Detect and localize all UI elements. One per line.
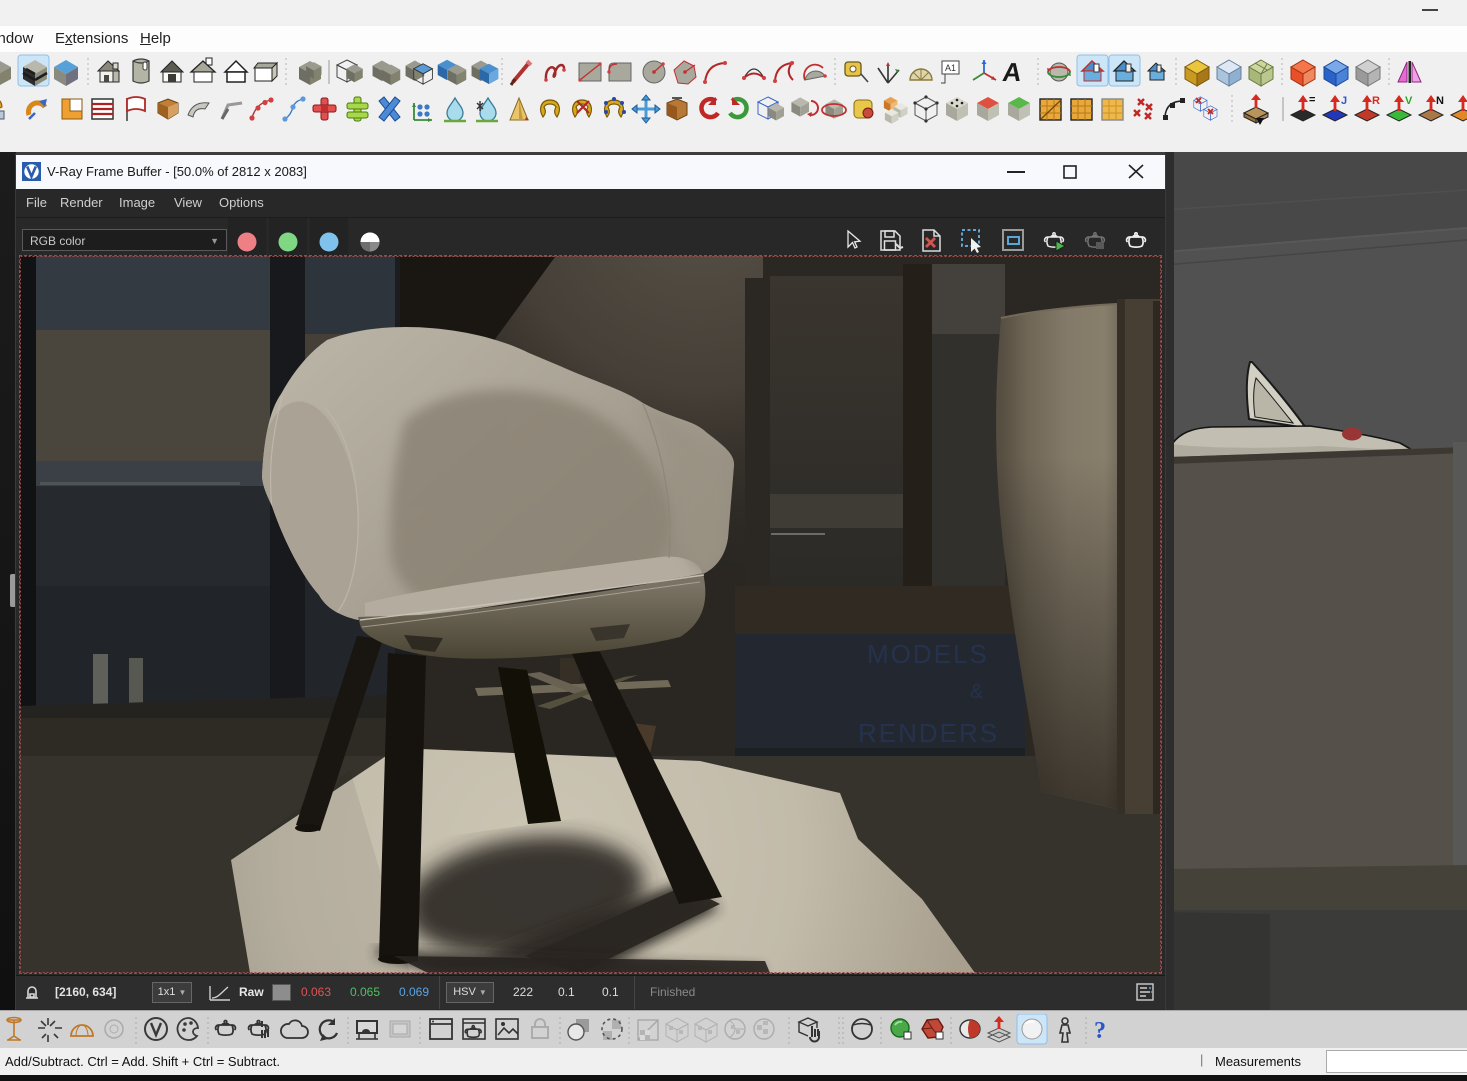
svg-text:J: J [1341,95,1347,107]
svg-text:N: N [1436,95,1444,107]
svg-text:A: A [1001,57,1024,87]
svg-text:=: = [1309,94,1315,106]
svg-text:A1: A1 [945,63,956,73]
svg-text:&: & [970,681,985,703]
svg-text:R: R [1372,95,1380,107]
svg-text:?: ? [1094,1018,1106,1044]
svg-text:V: V [1405,95,1413,107]
svg-text:RENDERS: RENDERS [858,718,999,748]
svg-text:MODELS: MODELS [867,639,989,669]
